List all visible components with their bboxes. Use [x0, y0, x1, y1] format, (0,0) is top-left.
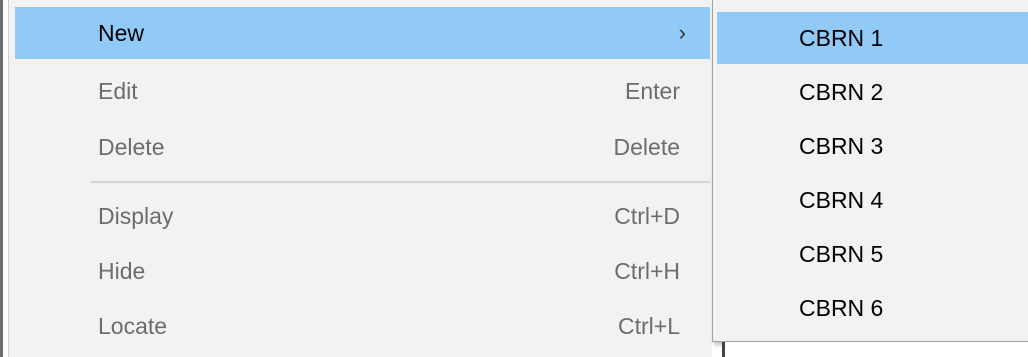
menu-item-shortcut: Ctrl+L — [618, 313, 680, 339]
submenu-item-label: CBRN 3 — [799, 133, 884, 159]
screen: New › Edit Enter Delete Delete Display C… — [0, 0, 1028, 357]
submenu-item-cbrn-3[interactable]: CBRN 3 — [717, 120, 1028, 172]
chevron-right-icon: › — [678, 20, 686, 45]
submenu-item-cbrn-1[interactable]: CBRN 1 — [717, 12, 1028, 64]
menu-item-label: New — [98, 20, 145, 46]
submenu-item-label: CBRN 1 — [799, 25, 884, 51]
menu-item-locate[interactable]: Locate Ctrl+L — [15, 300, 710, 352]
menu-item-label: Display — [98, 203, 174, 229]
window-edge — [0, 0, 3, 357]
submenu-item-cbrn-6[interactable]: CBRN 6 — [717, 282, 1028, 334]
submenu-new: CBRN 1 CBRN 2 CBRN 3 CBRN 4 CBRN 5 CBRN … — [712, 0, 1028, 342]
submenu-item-cbrn-4[interactable]: CBRN 4 — [717, 174, 1028, 226]
submenu-item-cbrn-2[interactable]: CBRN 2 — [717, 66, 1028, 118]
menu-item-label: Hide — [98, 258, 146, 284]
submenu-item-label: CBRN 6 — [799, 295, 884, 321]
menu-item-label: Locate — [98, 313, 168, 339]
submenu-item-label: CBRN 4 — [799, 187, 884, 213]
menu-item-display[interactable]: Display Ctrl+D — [15, 190, 710, 242]
menu-separator — [91, 181, 710, 183]
menu-item-label: Edit — [98, 78, 138, 104]
menu-item-new[interactable]: New › — [15, 7, 710, 59]
menu-item-shortcut: Enter — [625, 78, 680, 104]
underlying-window — [722, 342, 1028, 357]
context-menu: New › Edit Enter Delete Delete Display C… — [8, 0, 712, 357]
menu-item-shortcut: Ctrl+D — [614, 203, 680, 229]
submenu-item-label: CBRN 2 — [799, 79, 884, 105]
submenu-item-cbrn-5[interactable]: CBRN 5 — [717, 228, 1028, 280]
menu-item-shortcut: Ctrl+H — [614, 258, 680, 284]
submenu-item-label: CBRN 5 — [799, 241, 884, 267]
menu-item-delete[interactable]: Delete Delete — [15, 121, 710, 173]
menu-item-hide[interactable]: Hide Ctrl+H — [15, 245, 710, 297]
menu-item-label: Delete — [98, 134, 165, 160]
menu-item-edit[interactable]: Edit Enter — [15, 65, 710, 117]
menu-item-shortcut: Delete — [613, 134, 680, 160]
